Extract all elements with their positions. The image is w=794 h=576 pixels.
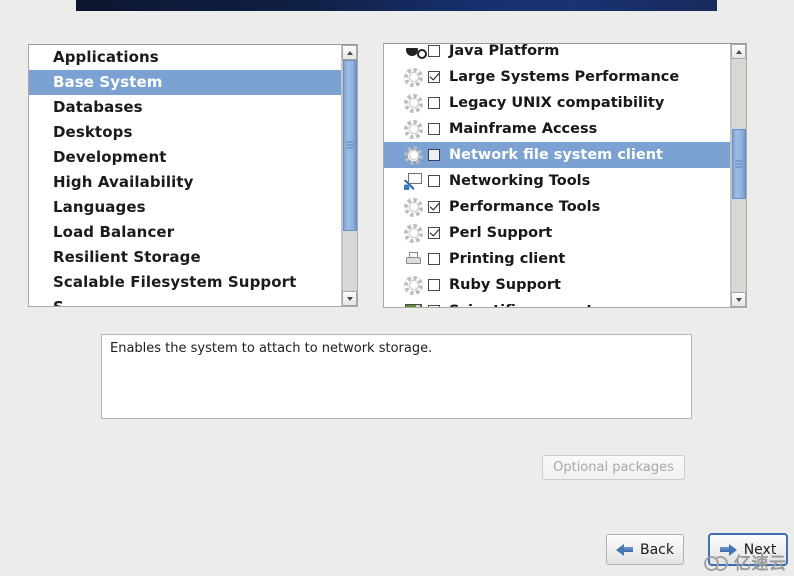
addon-checkbox[interactable] [428, 71, 440, 83]
optional-packages-label: Optional packages [553, 460, 674, 475]
addon-label: Ruby Support [449, 277, 561, 293]
addon-row[interactable]: Network file system client [384, 142, 746, 168]
addon-scroll-track[interactable] [731, 59, 746, 292]
category-scroll-track[interactable] [342, 60, 357, 291]
addon-checkbox[interactable] [428, 175, 440, 187]
coffee-cup-icon [404, 44, 427, 61]
addon-label: Large Systems Performance [449, 69, 680, 85]
group-description-text: Enables the system to attach to network … [110, 341, 433, 356]
category-row[interactable]: Scalable Filesystem Support [29, 270, 357, 295]
gear-icon [404, 93, 423, 113]
environment-group-list[interactable]: Applications Base System Databases Desktops… [28, 44, 358, 307]
addon-checkbox[interactable] [428, 149, 440, 161]
scroll-up-arrow[interactable] [342, 45, 357, 60]
addon-label: Performance Tools [449, 199, 601, 215]
category-row[interactable]: High Availability [29, 170, 357, 195]
addon-row[interactable]: Legacy UNIX compatibility [384, 90, 746, 116]
header-banner [76, 0, 717, 11]
addon-row[interactable]: Scientific support [384, 298, 746, 307]
gear-icon [404, 275, 423, 295]
addon-checkbox[interactable] [428, 45, 440, 57]
chevron-down-icon [735, 297, 742, 302]
chevron-down-icon [346, 296, 353, 301]
addon-checkbox[interactable] [428, 201, 440, 213]
network-tools-icon [404, 172, 423, 191]
addon-checkbox[interactable] [428, 253, 440, 265]
addon-row[interactable]: Mainframe Access [384, 116, 746, 142]
addon-label: Java Platform [449, 43, 560, 59]
scroll-down-arrow[interactable] [342, 291, 357, 306]
science-icon [404, 302, 423, 307]
category-row[interactable]: Resilient Storage [29, 245, 357, 270]
addon-row[interactable]: Java Platform [384, 43, 746, 64]
category-row[interactable]: Base System [29, 70, 357, 95]
scroll-up-arrow[interactable] [731, 44, 746, 59]
addon-row[interactable]: Ruby Support [384, 272, 746, 298]
optional-packages-button[interactable]: Optional packages [542, 455, 685, 480]
addon-list-viewport[interactable]: Java Platform Large Systems Performance Le… [384, 43, 746, 307]
addon-label: Network file system client [449, 147, 663, 163]
cloud-logo-icon [704, 554, 730, 571]
addon-checkbox[interactable] [428, 227, 440, 239]
chevron-up-icon [346, 50, 353, 55]
addon-checkbox[interactable] [428, 305, 440, 307]
category-row[interactable]: Languages [29, 195, 357, 220]
category-row[interactable]: S [29, 295, 357, 306]
scroll-down-arrow[interactable] [731, 292, 746, 307]
printer-icon [404, 250, 423, 269]
category-row[interactable]: Desktops [29, 120, 357, 145]
back-button[interactable]: Back [606, 534, 684, 565]
addon-checkbox[interactable] [428, 123, 440, 135]
addon-list-scrollbar[interactable] [730, 44, 746, 307]
gear-icon [404, 67, 423, 87]
addon-label: Scientific support [449, 303, 593, 307]
gear-icon [404, 197, 423, 217]
gear-icon [404, 223, 423, 243]
grip-icon [346, 141, 354, 149]
addon-label: Printing client [449, 251, 566, 267]
addon-label: Mainframe Access [449, 121, 598, 137]
addon-group-list[interactable]: Java Platform Large Systems Performance Le… [383, 43, 747, 308]
addon-row[interactable]: Performance Tools [384, 194, 746, 220]
addon-row[interactable]: Printing client [384, 246, 746, 272]
watermark-text: 亿速云 [734, 554, 787, 574]
addon-row[interactable]: Large Systems Performance [384, 64, 746, 90]
back-button-label: Back [640, 541, 674, 558]
watermark: 亿速云 [704, 549, 787, 574]
grip-icon [735, 160, 743, 168]
addon-checkbox[interactable] [428, 97, 440, 109]
addon-label: Legacy UNIX compatibility [449, 95, 665, 111]
category-list-viewport[interactable]: Applications Base System Databases Desktops… [29, 45, 357, 306]
category-row[interactable]: Development [29, 145, 357, 170]
addon-label: Networking Tools [449, 173, 591, 189]
gear-icon [404, 145, 423, 165]
category-scroll-thumb[interactable] [343, 60, 357, 231]
addon-label: Perl Support [449, 225, 553, 241]
group-description-box: Enables the system to attach to network … [101, 334, 692, 419]
category-row[interactable]: Load Balancer [29, 220, 357, 245]
addon-row[interactable]: Networking Tools [384, 168, 746, 194]
chevron-up-icon [735, 49, 742, 54]
arrow-left-icon [616, 543, 633, 556]
category-row[interactable]: Databases [29, 95, 357, 120]
category-list-scrollbar[interactable] [341, 45, 357, 306]
gear-icon [404, 119, 423, 139]
addon-scroll-thumb[interactable] [732, 128, 746, 199]
addon-row[interactable]: Perl Support [384, 220, 746, 246]
category-row[interactable]: Applications [29, 45, 357, 70]
addon-checkbox[interactable] [428, 279, 440, 291]
